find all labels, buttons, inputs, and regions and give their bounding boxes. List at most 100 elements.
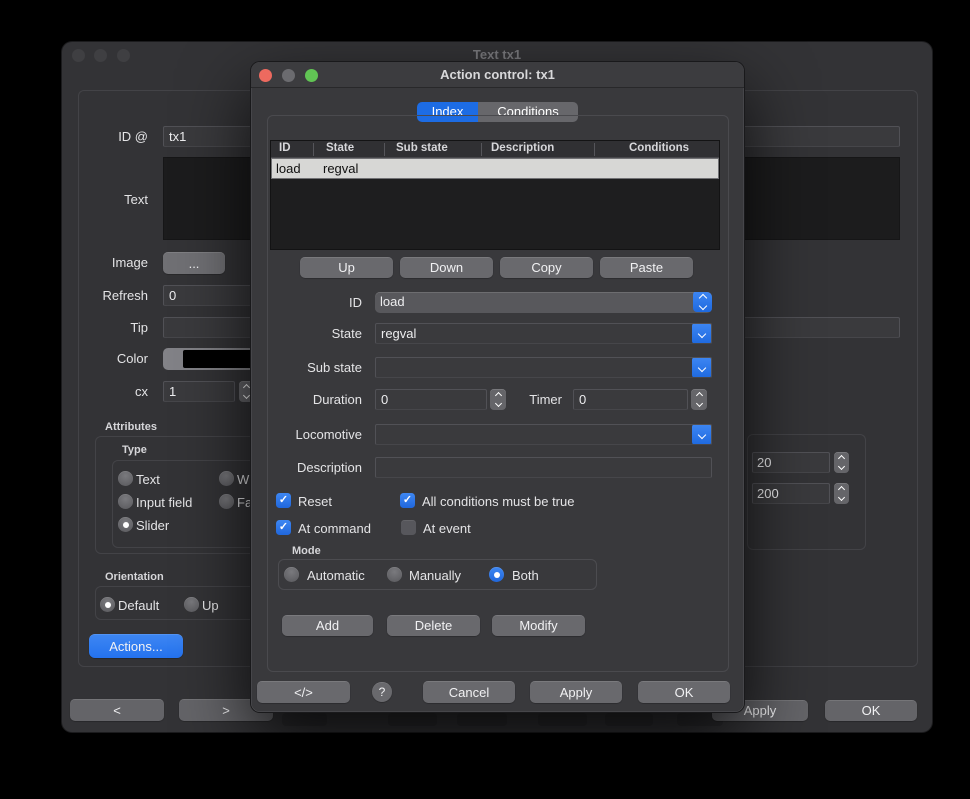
chevron-up-icon [494,392,501,399]
table-row[interactable]: load regval [271,158,719,179]
radio-type-w-label: W [237,472,249,487]
col-id: ID [279,142,291,154]
ok-button[interactable]: OK [638,681,730,703]
state-combo[interactable]: regval [375,323,712,344]
locomotive-combo[interactable] [375,424,712,445]
all-conditions-label: All conditions must be true [422,494,574,509]
partial-button[interactable] [605,713,653,726]
image-browse-button[interactable]: ... [163,252,225,274]
col-description: Description [491,142,554,154]
reset-label: Reset [298,494,332,509]
chevron-up-icon [695,392,702,399]
row-id: load [276,159,301,178]
right-field-1-stepper[interactable] [834,452,849,473]
radio-type-input-field[interactable] [118,494,133,509]
chevron-down-icon [695,400,702,407]
actions-button[interactable]: Actions... [89,634,183,658]
action-control-dialog: Action control: tx1 Index Conditions ID … [251,62,744,712]
orientation-label: Orientation [105,571,164,583]
radio-type-text-label: Text [136,472,160,487]
right-field-1[interactable]: 20 [752,452,830,473]
code-button[interactable]: </> [257,681,350,703]
cx-field[interactable]: 1 [163,381,235,402]
down-button[interactable]: Down [400,257,493,278]
timer-stepper[interactable] [691,389,707,410]
chevron-down-icon [243,392,250,399]
radio-orientation-up[interactable] [184,597,199,612]
radio-mode-manually[interactable] [387,567,402,582]
check-icon: ✓ [276,493,291,508]
chevron-down-icon [692,424,712,445]
radio-mode-automatic[interactable] [284,567,299,582]
at-command-checkbox[interactable]: ✓ [276,520,291,535]
delete-button[interactable]: Delete [387,615,480,636]
type-label: Type [122,444,147,456]
radio-type-text[interactable] [118,471,133,486]
col-state: State [326,142,354,154]
radio-type-input-field-label: Input field [136,495,192,510]
actions-table[interactable]: ID State Sub state Description Condition… [270,140,720,250]
text-label: Text [62,192,148,207]
substate-combo[interactable] [375,357,712,378]
prev-button[interactable]: < [70,699,164,721]
cancel-button[interactable]: Cancel [423,681,515,703]
paste-button[interactable]: Paste [600,257,693,278]
cx-label: cx [62,384,148,399]
partial-button[interactable] [282,713,327,726]
reset-checkbox[interactable]: ✓ [276,493,291,508]
at-event-label: At event [423,521,471,536]
form-id-label: ID [251,295,362,310]
chevron-up-icon [838,455,845,462]
partial-button[interactable] [457,713,507,726]
id-popup[interactable]: load [375,292,712,313]
radio-type-slider-label: Slider [136,518,169,533]
chevron-down-icon [838,463,845,470]
add-button[interactable]: Add [282,615,373,636]
partial-button[interactable] [538,713,587,726]
radio-orientation-default[interactable] [100,597,115,612]
check-icon: ✓ [276,520,291,535]
window-title: Text tx1 [62,47,932,62]
radio-mode-both[interactable] [489,567,504,582]
chevron-up-icon [243,384,250,391]
duration-stepper[interactable] [490,389,506,410]
duration-field[interactable]: 0 [375,389,487,410]
partial-button[interactable] [388,713,437,726]
form-locomotive-label: Locomotive [251,427,362,442]
check-icon: ✓ [400,493,415,508]
dialog-title: Action control: tx1 [251,67,744,82]
at-event-checkbox[interactable] [401,520,416,535]
up-button[interactable]: Up [300,257,393,278]
window-ok-button[interactable]: OK [825,700,917,721]
chevron-down-icon [692,357,712,378]
radio-mode-automatic-label: Automatic [307,568,365,583]
radio-mode-both-label: Both [512,568,539,583]
chevron-down-icon [494,400,501,407]
tip-label: Tip [62,320,148,335]
modify-button[interactable]: Modify [492,615,585,636]
right-field-2[interactable]: 200 [752,483,830,504]
description-field[interactable] [375,457,712,478]
form-state-label: State [251,326,362,341]
right-field-2-stepper[interactable] [834,483,849,504]
mode-label: Mode [292,545,321,557]
copy-button[interactable]: Copy [500,257,593,278]
radio-type-slider[interactable] [118,517,133,532]
col-conditions: Conditions [629,142,689,154]
chevron-up-icon [838,486,845,493]
at-command-label: At command [298,521,371,536]
radio-type-w[interactable] [219,471,234,486]
id-label: ID @ [62,129,148,144]
chevron-down-icon [838,494,845,501]
radio-type-fa[interactable] [219,494,234,509]
form-duration-label: Duration [251,392,362,407]
apply-button[interactable]: Apply [530,681,622,703]
col-sub-state: Sub state [396,142,448,154]
all-conditions-checkbox[interactable]: ✓ [400,493,415,508]
refresh-label: Refresh [62,288,148,303]
image-label: Image [62,255,148,270]
row-state: regval [323,159,358,178]
timer-field[interactable]: 0 [573,389,688,410]
help-button[interactable]: ? [372,682,392,702]
attributes-label: Attributes [105,421,157,433]
